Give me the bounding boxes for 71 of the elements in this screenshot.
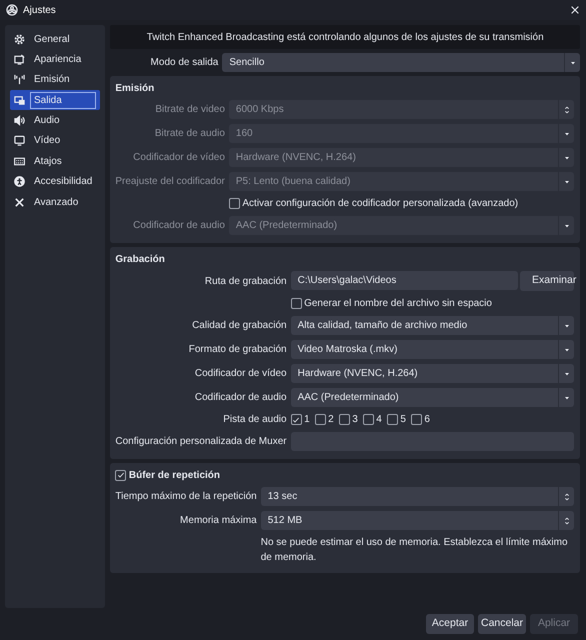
sidebar-item[interactable]: Vídeo: [10, 130, 100, 151]
dropdown[interactable]: Video Matroska (.mkv): [290, 340, 574, 359]
sidebar-item[interactable]: General: [10, 29, 100, 49]
sidebar-item[interactable]: Apariencia: [10, 49, 100, 70]
checkbox-label: 1: [304, 413, 310, 427]
tools-icon: [14, 196, 25, 208]
speaker-icon: [14, 115, 25, 126]
field-label: Modo de salida: [150, 56, 218, 70]
checkbox-label: Búfer de repetición: [128, 468, 220, 482]
checkbox[interactable]: [338, 414, 350, 425]
field-label: Codificador de vídeo: [194, 367, 287, 381]
field-label: Calidad de grabación: [191, 319, 287, 333]
gear-icon: [14, 34, 25, 44]
checkbox-label: 5: [400, 413, 406, 427]
sidebar-item[interactable]: Emisión: [10, 70, 100, 90]
info-note: No se puede estimar el uso de memoria. Establezca el límite máximo de memoria.: [260, 536, 569, 565]
checkbox[interactable]: [228, 198, 240, 209]
checkbox-label: 6: [424, 413, 430, 427]
dropdown[interactable]: AAC (Predeterminado): [290, 388, 574, 407]
monitor-icon: [14, 135, 25, 146]
sidebar-item[interactable]: Audio: [10, 110, 100, 131]
dropdown[interactable]: Hardware (NVENC, H.264): [290, 364, 574, 383]
field-label: Bitrate de audio: [154, 127, 225, 141]
spin-box[interactable]: 13 sec: [260, 487, 574, 506]
screen-icon: [14, 94, 25, 106]
section-title: Grabación: [115, 252, 166, 266]
field-label: Configuración personalizada de Muxer: [115, 435, 287, 449]
sidebar-item[interactable]: Salida: [10, 90, 100, 110]
antenna-icon: [14, 74, 25, 86]
browse-button[interactable]: Examinar: [520, 271, 574, 291]
checkbox-label: 2: [328, 413, 334, 427]
keyboard-icon: [14, 156, 25, 167]
checkbox[interactable]: [386, 414, 398, 425]
app-logo-icon: [6, 4, 18, 16]
sidebar-item[interactable]: Atajos: [10, 151, 100, 172]
checkbox[interactable]: [290, 298, 302, 309]
field-label: Codificador de vídeo: [132, 151, 225, 165]
sidebar-item[interactable]: Avanzado: [10, 192, 100, 212]
close-icon: [570, 5, 580, 15]
checkbox-label: Activar configuración de codificador personalizada (avanzado): [242, 197, 518, 211]
field-label: Codificador de audio: [132, 219, 225, 233]
sidebar-item[interactable]: Accesibilidad: [10, 172, 100, 192]
section-title: Emisión: [115, 82, 156, 96]
field-label: Pista de audio: [222, 413, 287, 427]
info-banner: Twitch Enhanced Broadcasting está controlando algunos de los ajustes de su transmisión: [110, 25, 580, 49]
field-label: Memoria máxima: [179, 514, 257, 528]
field-label: Codificador de audio: [194, 391, 287, 405]
checkbox[interactable]: [362, 414, 374, 425]
spin-box[interactable]: 512 MB: [260, 511, 574, 530]
accessibility-icon: [14, 176, 25, 188]
checkmark-icon: [116, 471, 125, 479]
window-title: Ajustes: [23, 4, 57, 18]
dropdown[interactable]: Alta calidad, tamaño de archivo medio: [290, 316, 574, 335]
checkbox[interactable]: [314, 414, 326, 425]
field-label: Preajuste del codificador: [115, 175, 225, 189]
checkmark-icon: [292, 416, 300, 424]
checkbox-label: 3: [352, 413, 358, 427]
checkbox[interactable]: [290, 414, 302, 425]
field-label: Formato de grabación: [188, 343, 287, 357]
dialog-button[interactable]: Cancelar: [478, 614, 526, 634]
monitor-brush-icon: [14, 54, 25, 65]
dialog-button[interactable]: Aceptar: [426, 614, 474, 634]
dropdown[interactable]: Sencillo: [222, 53, 580, 72]
checkbox[interactable]: [410, 414, 422, 425]
checkbox[interactable]: [115, 470, 126, 480]
checkbox-label: 4: [376, 413, 382, 427]
field-label: Tiempo máximo de la repetición: [115, 490, 257, 504]
input-field[interactable]: C:\Users\galac\Videos: [290, 271, 518, 290]
checkbox-label: Generar el nombre del archivo sin espacio: [304, 297, 492, 311]
field-label: Ruta de grabación: [204, 274, 287, 288]
field-label: Bitrate de video: [154, 103, 225, 117]
